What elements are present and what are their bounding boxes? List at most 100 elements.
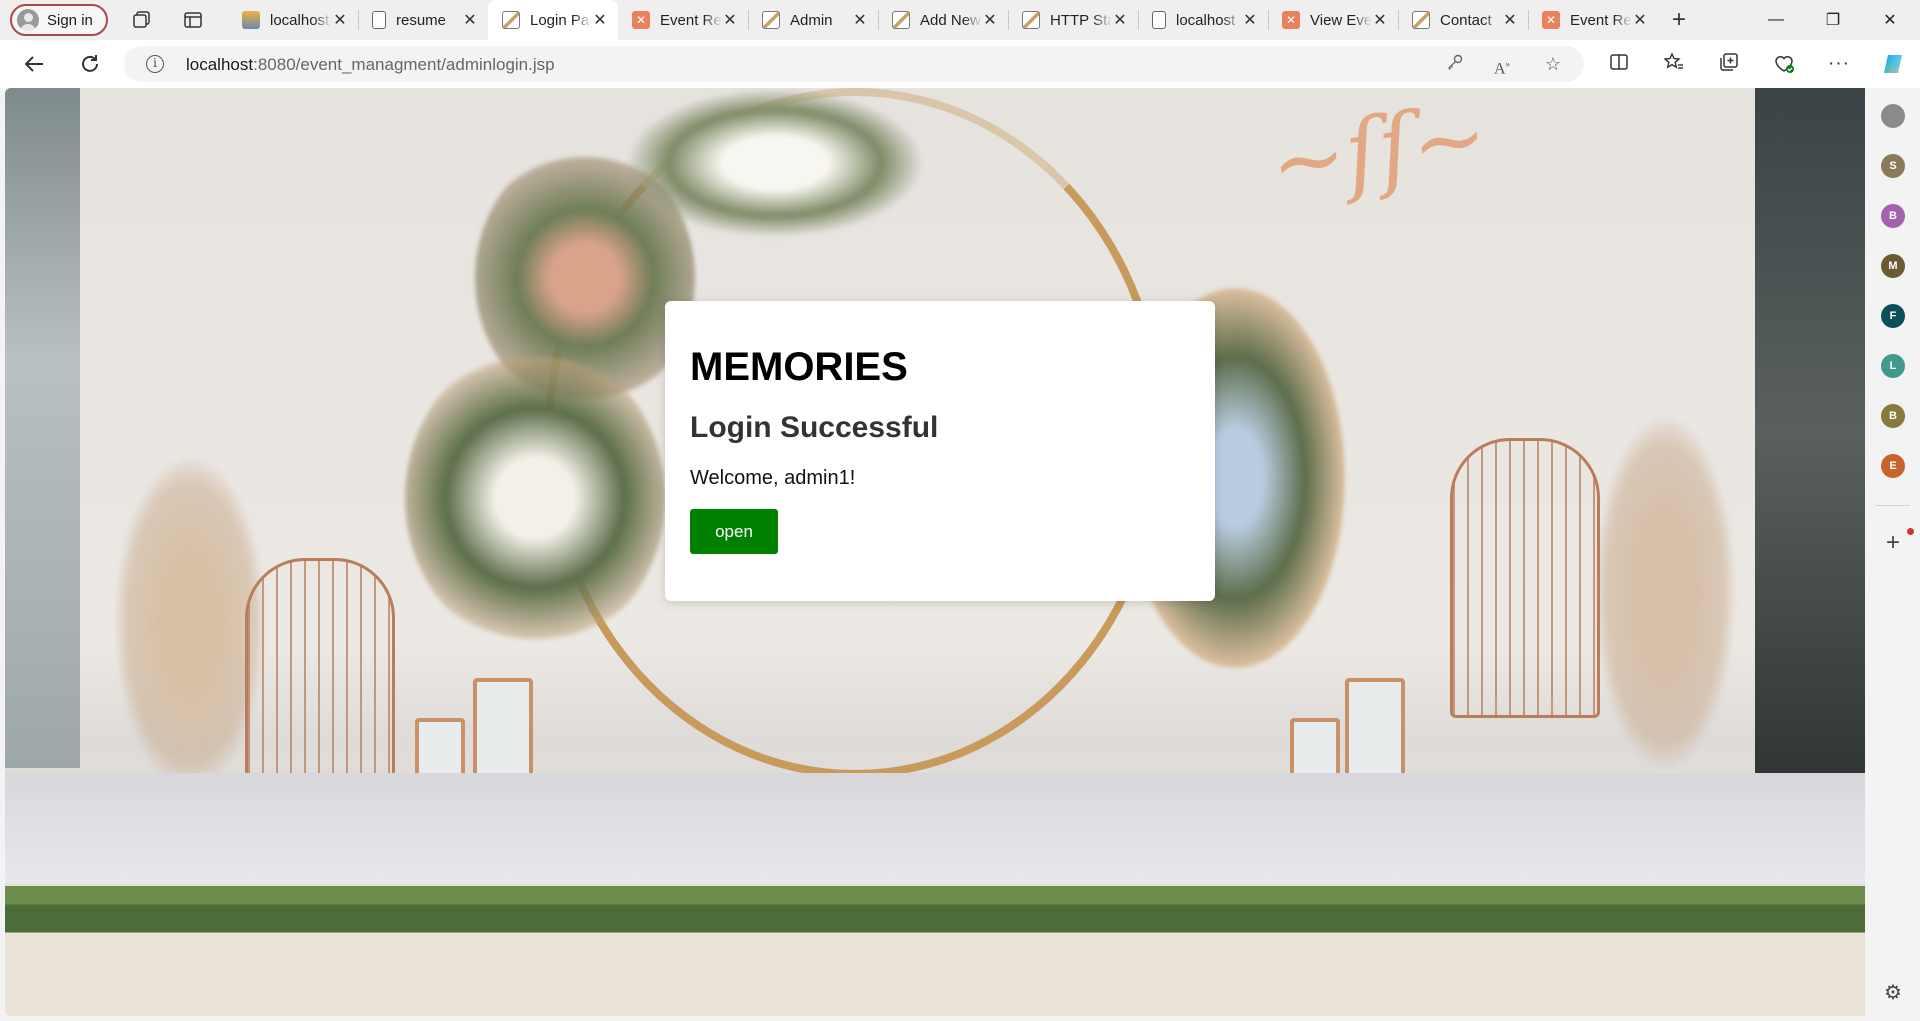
document-icon	[372, 11, 386, 29]
tab-strip: Sign in localhost ✕ resume ✕ Login Page …	[0, 0, 1920, 40]
tab-close-icon[interactable]: ✕	[332, 10, 348, 30]
read-aloud-icon[interactable]: A»	[1491, 53, 1513, 77]
tab-admin[interactable]: Admin ✕	[748, 0, 878, 40]
add-sidebar-app-icon[interactable]: +	[1881, 531, 1905, 555]
background-building-right	[1755, 88, 1865, 778]
sidebar-settings-gear-icon[interactable]: ⚙	[1881, 981, 1905, 1005]
xampp-icon	[1542, 11, 1560, 29]
tab-event-registration[interactable]: Event Registration ✕	[618, 0, 748, 40]
minimize-button[interactable]: —	[1753, 0, 1799, 40]
favorites-icon[interactable]	[1662, 52, 1686, 76]
tab-title: Admin	[790, 11, 833, 29]
tab-title: Event Registration	[1570, 11, 1632, 29]
open-button[interactable]: open	[690, 509, 778, 554]
flower-cluster-decoration	[405, 348, 665, 648]
document-icon	[1152, 11, 1166, 29]
page-title: MEMORIES	[690, 345, 908, 389]
profile-avatar-icon	[17, 9, 39, 31]
sidebar-app-icon[interactable]: L	[1881, 354, 1905, 378]
tab-close-icon[interactable]: ✕	[722, 10, 738, 30]
restore-button[interactable]: ❐	[1810, 0, 1856, 40]
close-window-button[interactable]: ✕	[1867, 0, 1913, 40]
workspaces-icon[interactable]	[130, 8, 154, 32]
tab-title: Contact	[1440, 11, 1492, 29]
tab-event-registration-2[interactable]: Event Registration ✕	[1528, 0, 1658, 40]
tab-title: HTTP Status	[1050, 11, 1112, 29]
address-bar[interactable]: i localhost:8080/event_managment/adminlo…	[124, 46, 1584, 82]
tab-http-status[interactable]: HTTP Status ✕	[1008, 0, 1138, 40]
tab-list: localhost ✕ resume ✕ Login Page ✕ Event …	[228, 0, 1658, 40]
background-building-left	[5, 88, 80, 768]
tab-close-icon[interactable]: ✕	[1632, 10, 1648, 30]
profile-button[interactable]: Sign in	[10, 4, 108, 36]
sidebar-app-icon[interactable]: B	[1881, 204, 1905, 228]
tab-actions-icon[interactable]	[181, 8, 205, 32]
tab-title: localhost	[270, 11, 330, 29]
url-path: :8080/event_managment/adminlogin.jsp	[253, 55, 555, 74]
tab-close-icon[interactable]: ✕	[1242, 10, 1258, 30]
browser-toolbar: i localhost:8080/event_managment/adminlo…	[0, 40, 1920, 88]
profile-label: Sign in	[47, 11, 93, 29]
tab-title: localhost	[1176, 11, 1236, 29]
image-icon	[762, 11, 780, 29]
image-icon	[502, 11, 520, 29]
welcome-message: Welcome, admin1!	[690, 467, 856, 489]
xampp-icon	[1282, 11, 1300, 29]
login-success-card: MEMORIES Login Successful Welcome, admin…	[665, 301, 1215, 601]
tab-close-icon[interactable]: ✕	[982, 10, 998, 30]
tab-title: Event Registration	[660, 11, 722, 29]
browser-essentials-icon[interactable]	[1772, 52, 1796, 76]
tab-close-icon[interactable]: ✕	[462, 10, 478, 30]
neon-sign-decoration: ~ſſ~	[1263, 88, 1494, 218]
tab-title: Login Page	[530, 11, 592, 29]
pampas-grass-decoration	[1595, 418, 1735, 768]
tab-close-icon[interactable]: ✕	[1372, 10, 1388, 30]
tab-title: resume	[396, 11, 447, 29]
pampas-grass-decoration	[115, 458, 265, 788]
tab-view-events[interactable]: View Events ✕	[1268, 0, 1398, 40]
sidebar-app-icon[interactable]: B	[1881, 404, 1905, 428]
sidebar-app-icon[interactable]: E	[1881, 454, 1905, 478]
password-key-icon[interactable]	[1444, 53, 1466, 75]
tab-close-icon[interactable]: ✕	[1112, 10, 1128, 30]
tab-localhost[interactable]: localhost ✕	[1138, 0, 1268, 40]
split-screen-icon[interactable]	[1607, 52, 1631, 76]
page-viewport: ~ſſ~ MEMORIES Login Successful Welcome, …	[5, 88, 1865, 1016]
sidebar-app-icon[interactable]: M	[1881, 254, 1905, 278]
birdcage-decoration	[1450, 438, 1600, 718]
more-menu-icon[interactable]: ···	[1827, 52, 1851, 76]
sidebar-app-icon[interactable]: F	[1881, 304, 1905, 328]
tab-close-icon[interactable]: ✕	[852, 10, 868, 30]
favorite-star-icon[interactable]: ☆	[1542, 53, 1564, 75]
url-text[interactable]: localhost:8080/event_managment/adminlogi…	[186, 55, 555, 75]
sidebar-app-icon[interactable]	[1881, 104, 1905, 128]
flower-cluster-decoration	[625, 88, 925, 238]
copilot-icon[interactable]	[1881, 52, 1905, 76]
tab-resume[interactable]: resume ✕	[358, 0, 488, 40]
edge-sidebar: S B M F L B E + ⚙	[1866, 88, 1920, 1021]
tab-contact[interactable]: Contact ✕	[1398, 0, 1528, 40]
image-icon	[1022, 11, 1040, 29]
tab-close-icon[interactable]: ✕	[592, 10, 608, 30]
sidebar-divider	[1876, 505, 1910, 506]
image-icon	[1412, 11, 1430, 29]
tab-login-page[interactable]: Login Page ✕	[488, 0, 618, 40]
phpmyadmin-icon	[242, 11, 260, 29]
site-info-icon[interactable]: i	[146, 55, 164, 73]
tab-add-new[interactable]: Add New ✕	[878, 0, 1008, 40]
new-tab-button[interactable]: +	[1665, 6, 1693, 34]
notification-dot	[1907, 528, 1914, 535]
tab-localhost-phpmyadmin[interactable]: localhost ✕	[228, 0, 358, 40]
back-arrow-icon[interactable]	[20, 50, 48, 78]
tab-title: View Events	[1310, 11, 1372, 29]
tab-title: Add New	[920, 11, 981, 29]
stage-platform	[5, 773, 1865, 883]
collections-icon[interactable]	[1717, 52, 1741, 76]
refresh-icon[interactable]	[76, 50, 104, 78]
tab-close-icon[interactable]: ✕	[1502, 10, 1518, 30]
url-host: localhost	[186, 55, 254, 74]
image-icon	[892, 11, 910, 29]
sidebar-app-icon[interactable]: S	[1881, 154, 1905, 178]
login-status-heading: Login Successful	[690, 411, 939, 444]
xampp-icon	[632, 11, 650, 29]
